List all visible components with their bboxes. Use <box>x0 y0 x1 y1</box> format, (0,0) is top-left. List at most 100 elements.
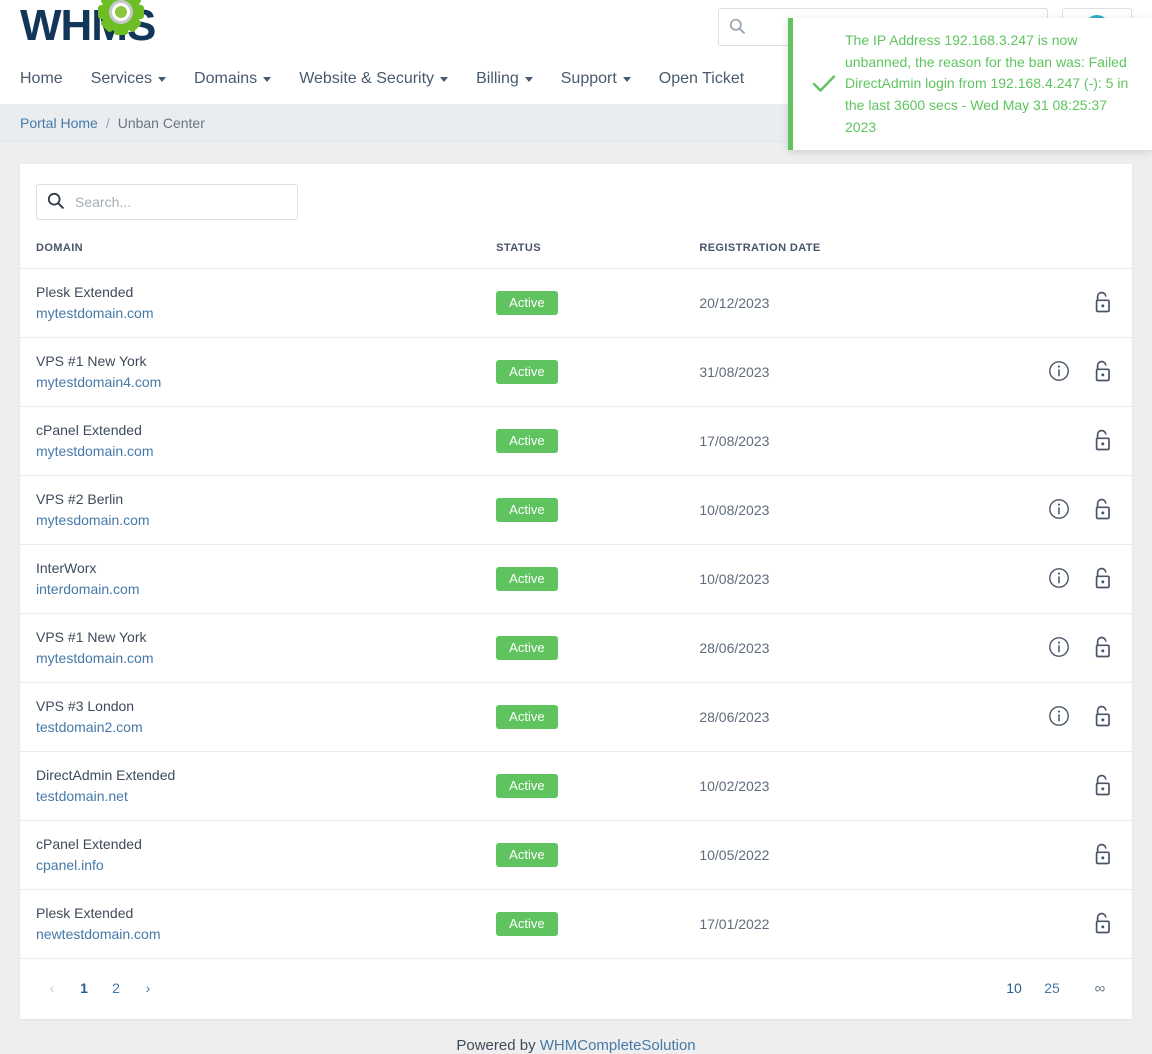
table-search-box[interactable] <box>36 184 298 220</box>
unban-success-toast[interactable]: The IP Address 192.168.3.247 is now unba… <box>788 18 1152 150</box>
product-name: Plesk Extended <box>36 282 472 303</box>
cell-domain: Plesk Extendedmytestdomain.com <box>20 269 480 338</box>
table-row: VPS #3 Londontestdomain2.com Active 28/06/… <box>20 683 1132 752</box>
footer-prefix: Powered by <box>456 1037 539 1054</box>
table-header-row: DOMAIN STATUS REGISTRATION DATE <box>20 224 1132 269</box>
cell-status: Active <box>480 476 683 545</box>
status-badge: Active <box>496 498 557 522</box>
unlock-icon[interactable] <box>1092 842 1114 869</box>
breadcrumb-portal-home[interactable]: Portal Home <box>20 115 98 131</box>
domain-link[interactable]: mytestdomain.com <box>36 648 472 669</box>
cell-registration-date: 10/05/2022 <box>683 821 1010 890</box>
pagination-page-2[interactable]: 2 <box>100 973 132 1003</box>
cell-registration-date: 28/06/2023 <box>683 614 1010 683</box>
product-name: cPanel Extended <box>36 834 472 855</box>
column-header-actions <box>1010 224 1132 269</box>
page-content: DOMAIN STATUS REGISTRATION DATE Plesk Ex… <box>0 142 1152 1054</box>
nav-item-services[interactable]: Services <box>77 66 180 92</box>
page-size-10[interactable]: 10 <box>1000 980 1028 996</box>
pagination-pages: ‹ 1 2 › <box>36 973 164 1003</box>
unlock-icon[interactable] <box>1092 911 1114 938</box>
info-icon[interactable] <box>1048 567 1070 592</box>
product-name: VPS #1 New York <box>36 627 472 648</box>
nav-item-open-ticket[interactable]: Open Ticket <box>645 66 758 92</box>
table-row: cPanel Extendedmytestdomain.comActive17/… <box>20 407 1132 476</box>
product-name: DirectAdmin Extended <box>36 765 472 786</box>
cell-actions <box>1010 269 1132 338</box>
unlock-icon[interactable] <box>1092 428 1114 455</box>
cell-status: Active <box>480 269 683 338</box>
cell-domain: InterWorxinterdomain.com <box>20 545 480 614</box>
page-footer: Powered by WHMCompleteSolution <box>20 1019 1132 1054</box>
cell-registration-date: 28/06/2023 <box>683 683 1010 752</box>
cell-status: Active <box>480 338 683 407</box>
cell-status: Active <box>480 821 683 890</box>
unlock-icon[interactable] <box>1092 635 1114 662</box>
info-icon[interactable] <box>1048 636 1070 661</box>
info-icon[interactable] <box>1048 360 1070 385</box>
unlock-icon[interactable] <box>1092 773 1114 800</box>
domain-link[interactable]: mytesdomain.com <box>36 510 472 531</box>
pagination-prev-button[interactable]: ‹ <box>36 973 68 1003</box>
pagination-page-1[interactable]: 1 <box>68 973 100 1003</box>
domain-link[interactable]: mytestdomain.com <box>36 441 472 462</box>
cell-actions <box>1010 545 1132 614</box>
unlock-icon[interactable] <box>1092 704 1114 731</box>
cell-registration-date: 17/08/2023 <box>683 407 1010 476</box>
unlock-icon[interactable] <box>1092 290 1114 317</box>
column-header-domain[interactable]: DOMAIN <box>20 224 480 269</box>
whmcs-logo[interactable]: WHMS <box>20 4 155 48</box>
product-name: Plesk Extended <box>36 903 472 924</box>
table-row: VPS #1 New Yorkmytestdomain4.comActive31… <box>20 338 1132 407</box>
cell-domain: VPS #1 New Yorkmytestdomain.com <box>20 614 480 683</box>
breadcrumb-current: Unban Center <box>118 115 205 131</box>
table-row: InterWorxinterdomain.comActive10/08/2023 <box>20 545 1132 614</box>
pagination-page-size: 10 25 ∞ <box>990 980 1114 997</box>
table-search-input[interactable] <box>73 193 287 211</box>
cell-actions <box>1010 683 1132 752</box>
product-name: InterWorx <box>36 558 472 579</box>
info-icon[interactable] <box>1048 498 1070 523</box>
unlock-icon[interactable] <box>1092 566 1114 593</box>
status-badge: Active <box>496 291 557 315</box>
domain-link[interactable]: newtestdomain.com <box>36 924 472 945</box>
domain-link[interactable]: testdomain.net <box>36 786 472 807</box>
cell-registration-date: 10/08/2023 <box>683 545 1010 614</box>
product-name: VPS #3 London <box>36 696 472 717</box>
unlock-icon[interactable] <box>1092 497 1114 524</box>
chevron-down-icon <box>158 77 166 82</box>
footer-link-whmcs[interactable]: WHMCompleteSolution <box>540 1037 696 1054</box>
domain-link[interactable]: mytestdomain4.com <box>36 372 472 393</box>
domain-link[interactable]: interdomain.com <box>36 579 472 600</box>
nav-label: Services <box>91 70 152 88</box>
nav-label: Home <box>20 70 63 88</box>
domain-link[interactable]: mytestdomain.com <box>36 303 472 324</box>
column-header-registration-date[interactable]: REGISTRATION DATE <box>683 224 1010 269</box>
pagination-next-button[interactable]: › <box>132 973 164 1003</box>
nav-label: Website & Security <box>299 70 434 88</box>
column-header-status[interactable]: STATUS <box>480 224 683 269</box>
nav-item-domains[interactable]: Domains <box>180 66 285 92</box>
status-badge: Active <box>496 705 557 729</box>
cell-actions <box>1010 752 1132 821</box>
nav-item-billing[interactable]: Billing <box>462 66 547 92</box>
table-head: DOMAIN STATUS REGISTRATION DATE <box>20 224 1132 269</box>
cell-status: Active <box>480 683 683 752</box>
cell-actions <box>1010 821 1132 890</box>
status-badge: Active <box>496 360 557 384</box>
unlock-icon[interactable] <box>1092 359 1114 386</box>
page-size-all[interactable]: ∞ <box>1086 980 1114 997</box>
info-icon[interactable] <box>1048 705 1070 730</box>
domain-link[interactable]: cpanel.info <box>36 855 472 876</box>
nav-item-website-security[interactable]: Website & Security <box>285 66 462 92</box>
cell-status: Active <box>480 614 683 683</box>
cell-registration-date: 31/08/2023 <box>683 338 1010 407</box>
page-size-25[interactable]: 25 <box>1038 980 1066 996</box>
table-row: VPS #2 Berlinmytesdomain.comActive10/08/… <box>20 476 1132 545</box>
cell-registration-date: 10/02/2023 <box>683 752 1010 821</box>
nav-item-support[interactable]: Support <box>547 66 645 92</box>
toast-message: The IP Address 192.168.3.247 is now unba… <box>845 30 1138 138</box>
cell-registration-date: 20/12/2023 <box>683 269 1010 338</box>
domain-link[interactable]: testdomain2.com <box>36 717 472 738</box>
nav-item-home[interactable]: Home <box>20 66 77 92</box>
